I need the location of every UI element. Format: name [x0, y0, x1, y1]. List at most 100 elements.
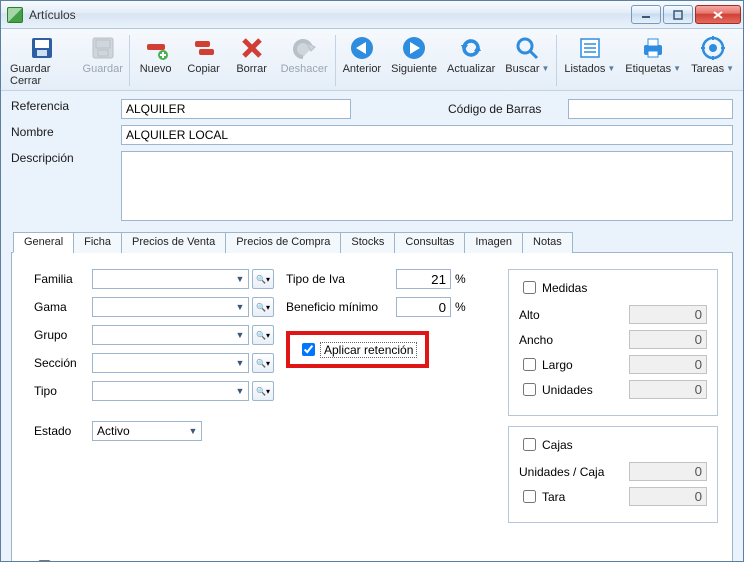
tab-precios-venta[interactable]: Precios de Venta: [121, 232, 226, 253]
familia-lookup-button[interactable]: 🔍▾: [252, 269, 274, 289]
gama-combo[interactable]: [92, 297, 249, 317]
dimensions-column: Medidas Alto Ancho Largo Unidades Cajas …: [508, 269, 718, 523]
medidas-checkbox[interactable]: [523, 281, 536, 294]
referencia-input[interactable]: [121, 99, 351, 119]
tara-checkbox[interactable]: [523, 490, 536, 503]
ancho-input: [629, 330, 707, 349]
tipo-iva-input[interactable]: [396, 269, 451, 289]
buscar-button[interactable]: Buscar▼: [500, 31, 554, 90]
window-buttons: [631, 5, 741, 24]
unidades-label: Unidades: [519, 380, 629, 399]
barcode-input[interactable]: [568, 99, 733, 119]
grupo-combo[interactable]: [92, 325, 249, 345]
tab-general-body: Familia ▼ 🔍▾ Gama ▼ 🔍▾ Grupo ▼ 🔍▾: [12, 253, 732, 561]
client-area: Referencia Código de Barras Nombre Descr…: [1, 91, 743, 561]
actualizar-button[interactable]: Actualizar: [442, 31, 500, 90]
bottom-options: Imprimir sólo la Descripción Artículo in…: [34, 531, 496, 561]
copy-icon: [190, 34, 218, 62]
delete-icon: [238, 34, 266, 62]
aplicar-retencion-label: Aplicar retención: [320, 342, 417, 358]
tab-consultas[interactable]: Consultas: [394, 232, 465, 253]
chevron-down-icon: ▼: [673, 64, 681, 73]
largo-label: Largo: [519, 355, 629, 374]
siguiente-button[interactable]: Siguiente: [386, 31, 442, 90]
tara-input: [629, 487, 707, 506]
aplicar-retencion-checkbox[interactable]: [302, 343, 315, 356]
grupo-lookup-button[interactable]: 🔍▾: [252, 325, 274, 345]
window-title: Artículos: [29, 8, 631, 22]
unidades-checkbox[interactable]: [523, 383, 536, 396]
borrar-button[interactable]: Borrar: [228, 31, 276, 90]
tab-general[interactable]: General: [13, 232, 74, 253]
aplicar-retencion-highlight: Aplicar retención: [286, 331, 429, 368]
minimize-icon: [641, 10, 651, 20]
tara-label: Tara: [519, 487, 629, 506]
largo-checkbox[interactable]: [523, 358, 536, 371]
referencia-label: Referencia: [11, 99, 111, 119]
gama-label: Gama: [34, 300, 92, 314]
guardar-button[interactable]: Guardar: [79, 31, 127, 90]
tipo-combo[interactable]: [92, 381, 249, 401]
nuevo-button[interactable]: Nuevo: [132, 31, 180, 90]
descripcion-label: Descripción: [11, 151, 111, 221]
medidas-group: Medidas Alto Ancho Largo Unidades: [508, 269, 718, 416]
imprimir-solo-desc-label: Imprimir sólo la Descripción: [57, 560, 204, 562]
minimize-button[interactable]: [631, 5, 661, 24]
tipo-label: Tipo: [34, 384, 92, 398]
tab-ficha[interactable]: Ficha: [73, 232, 122, 253]
anterior-button[interactable]: Anterior: [338, 31, 387, 90]
tabs-strip: General Ficha Precios de Venta Precios d…: [11, 231, 733, 253]
tasks-icon: [699, 34, 727, 62]
save-icon: [89, 34, 117, 62]
previous-icon: [348, 34, 376, 62]
grupo-label: Grupo: [34, 328, 92, 342]
seccion-combo[interactable]: [92, 353, 249, 373]
imprimir-solo-desc-checkbox[interactable]: [38, 560, 51, 561]
familia-combo[interactable]: [92, 269, 249, 289]
estado-label: Estado: [34, 424, 92, 438]
tab-precios-compra[interactable]: Precios de Compra: [225, 232, 341, 253]
barcode-label: Código de Barras: [448, 102, 558, 116]
tab-notas[interactable]: Notas: [522, 232, 573, 253]
app-icon: [7, 7, 23, 23]
largo-input: [629, 355, 707, 374]
familia-label: Familia: [34, 272, 92, 286]
unidades-caja-label: Unidades / Caja: [519, 465, 629, 479]
classification-column: Familia ▼ 🔍▾ Gama ▼ 🔍▾ Grupo ▼ 🔍▾: [34, 269, 274, 523]
cajas-checkbox[interactable]: [523, 438, 536, 451]
search-icon: [513, 34, 541, 62]
etiquetas-button[interactable]: Etiquetas▼: [620, 31, 686, 90]
next-icon: [400, 34, 428, 62]
cajas-group: Cajas Unidades / Caja Tara: [508, 426, 718, 523]
estado-combo[interactable]: [92, 421, 202, 441]
gama-lookup-button[interactable]: 🔍▾: [252, 297, 274, 317]
percent-sign: %: [455, 272, 466, 286]
list-icon: [576, 34, 604, 62]
deshacer-button[interactable]: Deshacer: [276, 31, 333, 90]
listados-button[interactable]: Listados▼: [559, 31, 620, 90]
percent-sign: %: [455, 300, 466, 314]
tareas-button[interactable]: Tareas▼: [686, 31, 739, 90]
guardar-cerrar-button[interactable]: Guardar Cerrar: [5, 31, 79, 90]
new-icon: [142, 34, 170, 62]
toolbar: Guardar Cerrar Guardar Nuevo Cop: [1, 29, 743, 91]
alto-input: [629, 305, 707, 324]
seccion-label: Sección: [34, 356, 92, 370]
copiar-button[interactable]: Copiar: [180, 31, 228, 90]
nombre-input[interactable]: [121, 125, 733, 145]
titlebar: Artículos: [1, 1, 743, 29]
unidades-caja-input: [629, 462, 707, 481]
tab-stocks[interactable]: Stocks: [340, 232, 395, 253]
tipo-iva-label: Tipo de Iva: [286, 272, 396, 286]
beneficio-min-input[interactable]: [396, 297, 451, 317]
seccion-lookup-button[interactable]: 🔍▾: [252, 353, 274, 373]
header-fields: Referencia Código de Barras Nombre Descr…: [11, 99, 733, 221]
descripcion-input[interactable]: [121, 151, 733, 221]
maximize-button[interactable]: [663, 5, 693, 24]
printer-icon: [639, 34, 667, 62]
alto-label: Alto: [519, 308, 629, 322]
tipo-lookup-button[interactable]: 🔍▾: [252, 381, 274, 401]
tab-imagen[interactable]: Imagen: [464, 232, 523, 253]
nombre-label: Nombre: [11, 125, 111, 145]
close-button[interactable]: [695, 5, 741, 24]
